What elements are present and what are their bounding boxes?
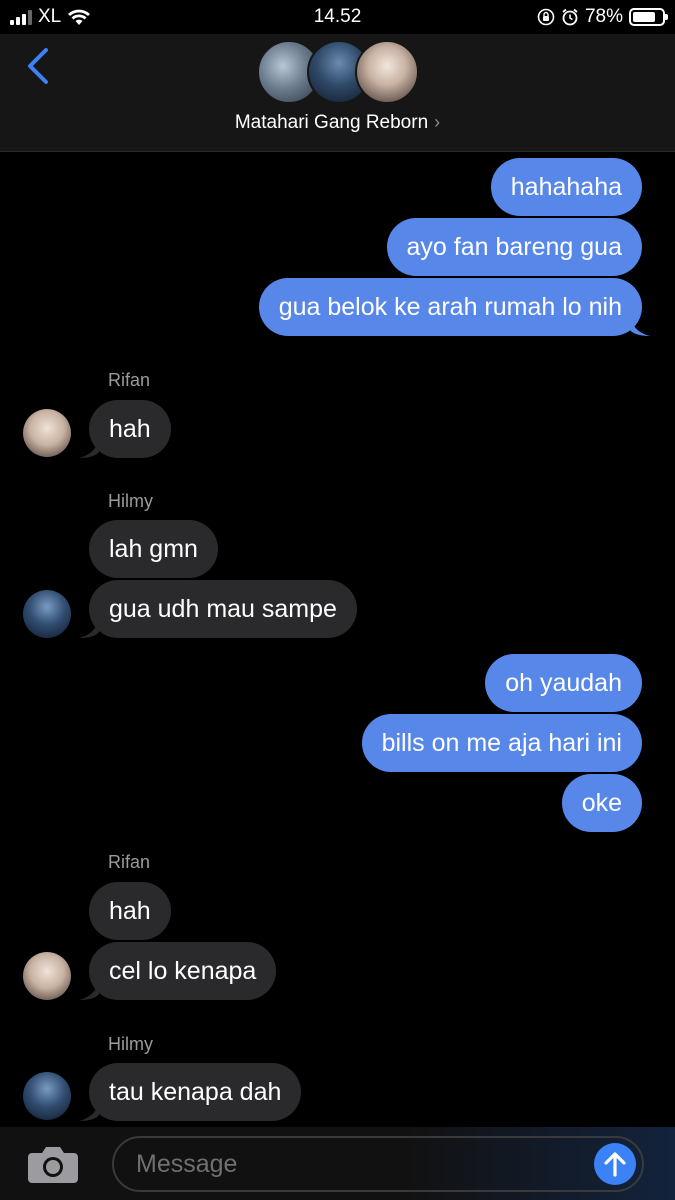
sender-name: Hilmy <box>108 1034 153 1054</box>
message-bubble-incoming[interactable]: hah <box>89 882 171 940</box>
bubble-tail <box>79 1101 99 1121</box>
bubble-tail <box>630 316 650 336</box>
avatar[interactable] <box>23 952 71 1000</box>
message-bubble-outgoing[interactable]: ayo fan bareng gua <box>386 218 642 276</box>
bubble-tail <box>79 438 99 458</box>
chevron-right-icon: › <box>434 112 441 132</box>
message-bubble-outgoing[interactable]: oke <box>561 774 642 832</box>
message-bubble-incoming[interactable]: gua udh mau sampe <box>89 580 357 638</box>
avatar[interactable] <box>23 1072 71 1120</box>
avatar[interactable] <box>23 590 71 638</box>
sender-name: Rifan <box>108 370 151 390</box>
avatar[interactable] <box>23 409 71 457</box>
status-bar: XL 14.52 78% <box>0 0 675 34</box>
battery-fill <box>633 12 655 22</box>
camera-button[interactable] <box>26 1144 80 1184</box>
message-bubble-outgoing[interactable]: hahahaha <box>490 158 642 216</box>
back-button[interactable] <box>20 44 60 88</box>
group-name-button[interactable]: Matahari Gang Reborn › <box>0 112 675 134</box>
battery-icon <box>629 8 668 26</box>
chevron-left-icon <box>28 48 48 84</box>
message-bubble-outgoing[interactable]: gua belok ke arah rumah lo nih <box>258 278 642 336</box>
battery-percent: 78% <box>584 6 623 27</box>
group-name: Matahari Gang Reborn <box>234 112 429 133</box>
compose-bar: Message <box>0 1127 675 1200</box>
rotation-lock-icon <box>537 8 555 26</box>
group-avatars[interactable] <box>257 40 419 106</box>
message-bubble-outgoing[interactable]: oh yaudah <box>485 654 642 712</box>
message-bubble-incoming[interactable]: lah gmn <box>89 520 218 578</box>
camera-icon <box>28 1147 78 1183</box>
arrow-up-icon <box>604 1152 626 1177</box>
message-bubble-incoming[interactable]: hah <box>89 400 171 458</box>
avatar <box>355 40 419 104</box>
message-bubble-outgoing[interactable]: bills on me aja hari ini <box>361 714 642 772</box>
status-right: 78% <box>537 6 668 28</box>
sender-name: Hilmy <box>108 491 153 511</box>
alarm-icon <box>562 8 578 26</box>
sender-name: Rifan <box>108 852 151 872</box>
message-bubble-incoming[interactable]: tau kenapa dah <box>89 1063 302 1121</box>
conversation-header: Matahari Gang Reborn › <box>0 34 675 152</box>
bubble-tail <box>79 618 99 638</box>
message-bubble-incoming[interactable]: cel lo kenapa <box>89 942 277 1000</box>
message-placeholder: Message <box>136 1150 238 1178</box>
send-button[interactable] <box>594 1143 636 1185</box>
message-input[interactable]: Message <box>112 1136 644 1192</box>
bubble-tail <box>79 980 99 1000</box>
